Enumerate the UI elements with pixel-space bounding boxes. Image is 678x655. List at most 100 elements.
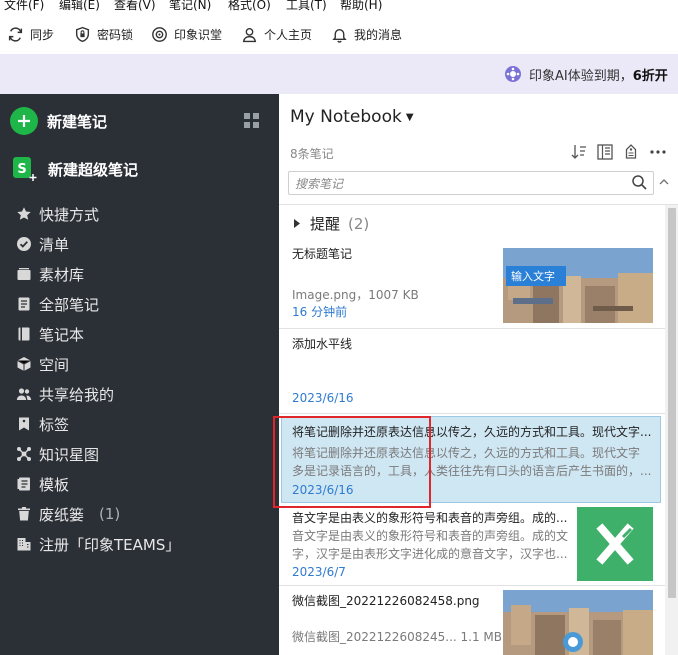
sidebar-item-label: 快捷方式	[39, 205, 100, 224]
sidebar-item-shortcuts[interactable]: 快捷方式	[0, 199, 279, 229]
note-thumbnail: 输入文字	[503, 248, 653, 323]
note-thumbnail	[503, 590, 653, 655]
note-snippet: 微信截图_2022122608245... 1.1 MB	[292, 630, 502, 644]
sidebar: 新建笔记 S 新建超级笔记 快捷方式 清单 素材库 全部笔记 笔记本 空间 共享…	[0, 94, 279, 655]
plus-icon	[10, 107, 38, 135]
menu-bar: 文件(F) 编辑(E) 查看(V) 笔记(N) 格式(O) 工具(T) 帮助(H…	[0, 0, 678, 13]
list-item[interactable]: 无标题笔记 Image.png，1007 KB 16 分钟前 输入文字	[279, 239, 665, 329]
note-title: 将笔记删除并还原表达信息以传之，久远的方式和工具。现代文字...	[292, 425, 652, 439]
shared-users-icon	[16, 388, 32, 400]
reminders-section[interactable]: 提醒 (2)	[293, 213, 369, 234]
toolbar: 同步 密码锁 印象识堂 个人主页 我的消息	[0, 17, 678, 53]
list-item-selected[interactable]: 将笔记删除并还原表达信息以传之，久远的方式和工具。现代文字... 将笔记删除并还…	[281, 416, 661, 503]
sidebar-item-label: 标签	[39, 415, 70, 434]
list-item[interactable]: 音文字是由表义的象形符号和表音的声旁组。成的... 音文字是由表义的象形符号和表…	[279, 503, 665, 586]
list-item[interactable]: 添加水平线 2023/6/16	[279, 329, 665, 414]
shield-icon	[75, 26, 90, 42]
list-item[interactable]: 微信截图_20221226082458.png 微信截图_20221226082…	[279, 586, 665, 655]
note-title: 音文字是由表义的象形符号和表音的声旁组。成的...	[292, 511, 568, 525]
trash-count: (1)	[99, 505, 121, 523]
sidebar-item-materials[interactable]: 素材库	[0, 259, 279, 289]
menu-edit[interactable]: 编辑(E)	[59, 0, 100, 13]
bell-icon	[332, 28, 347, 43]
search-input[interactable]	[293, 173, 627, 194]
sidebar-item-label: 模板	[39, 475, 70, 494]
view-layout-icon[interactable]	[596, 143, 614, 161]
sidebar-item-checklist[interactable]: 清单	[0, 229, 279, 259]
search-box	[288, 171, 654, 195]
sidebar-item-label: 共享给我的	[39, 385, 115, 404]
banner-message[interactable]: 印象AI体验到期，6折开	[504, 54, 668, 94]
sidebar-item-spaces[interactable]: 空间	[0, 349, 279, 379]
profile-button[interactable]: 个人主页	[241, 17, 312, 51]
note-snippet: 音文字是由表义的象形符号和表音的声旁组。成的文	[292, 529, 569, 543]
sidebar-item-knowledge-graph[interactable]: 知识星图	[0, 439, 279, 469]
menu-file[interactable]: 文件(F)	[4, 0, 44, 13]
profile-label: 个人主页	[264, 27, 313, 42]
sidebar-item-label: 清单	[39, 235, 70, 254]
more-options-icon[interactable]	[649, 143, 667, 161]
classroom-label: 印象识堂	[174, 27, 223, 42]
note-list-panel: My Notebook ▼ 8条笔记 提醒 (2) 无标题笔记	[279, 94, 678, 655]
material-box-icon	[17, 268, 31, 280]
notes-icon	[18, 297, 30, 311]
sync-button[interactable]: 同步	[7, 17, 54, 51]
sidebar-item-notebooks[interactable]: 笔记本	[0, 319, 279, 349]
classroom-button[interactable]: 印象识堂	[151, 17, 222, 51]
notebook-selector[interactable]: My Notebook ▼	[290, 107, 414, 127]
check-circle-icon	[17, 237, 31, 251]
search-icon[interactable]	[631, 174, 648, 191]
menu-note[interactable]: 笔记(N)	[169, 0, 211, 13]
sidebar-item-trash[interactable]: 废纸篓 (1)	[0, 499, 279, 529]
notebook-icon	[18, 327, 30, 341]
sidebar-item-label: 全部笔记	[39, 295, 100, 314]
sidebar-item-tags[interactable]: 标签	[0, 409, 279, 439]
reminders-count: (2)	[348, 214, 370, 233]
menu-view[interactable]: 查看(V)	[114, 0, 156, 13]
banner-text: 印象AI体验到期，	[529, 68, 633, 84]
note-date: 2023/6/16	[292, 391, 354, 405]
sidebar-item-all-notes[interactable]: 全部笔记	[0, 289, 279, 319]
scrollbar[interactable]	[665, 205, 678, 655]
note-count: 8条笔记	[290, 147, 334, 161]
note-snippet: 多是记录语言的，工具，人类往往先有口头的语言后产生书面的，...	[292, 464, 652, 478]
sidebar-item-label: 笔记本	[39, 325, 85, 344]
excel-icon	[577, 507, 653, 581]
note-snippet: 将笔记删除并还原表达信息以传之，久远的方式和工具。现代文字	[292, 446, 641, 460]
promo-banner[interactable]: 印象AI体验到期，6折开	[0, 54, 678, 94]
trash-icon	[18, 507, 30, 521]
tag-filter-icon[interactable]	[622, 143, 640, 161]
sidebar-item-label: 注册「印象TEAMS」	[39, 535, 181, 554]
sidebar-item-label: 废纸篓	[39, 505, 85, 524]
messages-button[interactable]: 我的消息	[331, 17, 402, 51]
chevron-up-icon[interactable]	[657, 175, 671, 189]
sidebar-item-templates[interactable]: 模板	[0, 469, 279, 499]
menu-tools[interactable]: 工具(T)	[286, 0, 327, 13]
sidebar-item-teams[interactable]: 注册「印象TEAMS」	[0, 529, 279, 559]
user-icon	[242, 27, 257, 42]
super-note-icon: S	[13, 157, 37, 181]
star-icon	[17, 207, 31, 220]
menu-help[interactable]: 帮助(H)	[340, 0, 382, 13]
note-title: 添加水平线	[292, 337, 353, 351]
new-note-button[interactable]: 新建笔记	[10, 107, 107, 135]
menu-format[interactable]: 格式(O)	[228, 0, 271, 13]
sidebar-item-shared[interactable]: 共享给我的	[0, 379, 279, 409]
classroom-icon	[152, 26, 167, 42]
cube-icon	[17, 357, 31, 371]
sort-icon[interactable]	[570, 143, 588, 161]
grid-icon[interactable]	[244, 113, 259, 128]
password-lock-button[interactable]: 密码锁	[74, 17, 133, 51]
caret-down-icon: ▼	[405, 111, 414, 123]
new-super-note-button[interactable]: S 新建超级笔记	[12, 156, 138, 182]
note-snippet: Image.png，1007 KB	[292, 288, 419, 302]
svg-text:S: S	[17, 162, 26, 177]
scrollbar-thumb[interactable]	[668, 208, 676, 598]
thumbnail-overlay-text: 输入文字	[511, 269, 555, 283]
note-date: 16 分钟前	[292, 305, 348, 319]
knowledge-graph-icon	[17, 447, 31, 461]
note-date: 2023/6/7	[292, 565, 346, 579]
excel-thumbnail	[577, 507, 653, 581]
note-list: 提醒 (2) 无标题笔记 Image.png，1007 KB 16 分钟前 输入…	[279, 205, 665, 655]
sidebar-item-label: 素材库	[39, 265, 85, 284]
